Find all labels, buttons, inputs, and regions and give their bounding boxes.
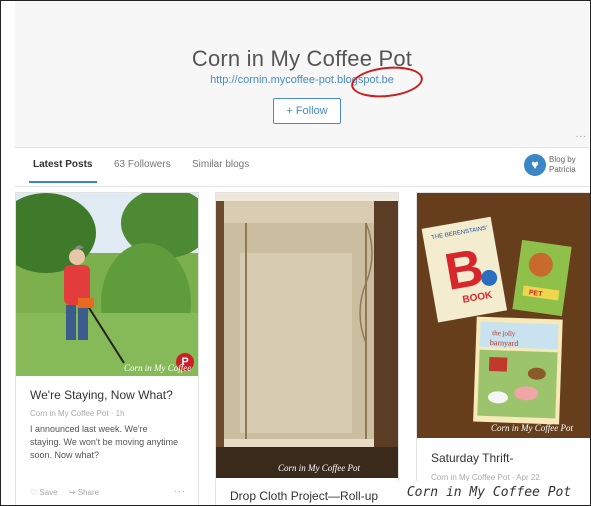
post-title[interactable]: Drop Cloth Project—Roll-up xyxy=(230,489,378,503)
more-icon[interactable]: ... xyxy=(576,129,587,140)
post-actions: ♡ Save ↪ Share xyxy=(30,488,99,497)
blog-by-author[interactable]: Blog by Patricia xyxy=(549,155,589,175)
post-card[interactable]: Corn in My Coffee Pot Drop Cloth Project… xyxy=(215,192,399,505)
heart-icon: ♥ xyxy=(524,154,546,176)
tab-followers[interactable]: 63 Followers xyxy=(114,159,171,170)
blog-by-label: Blog by xyxy=(549,155,576,164)
more-icon[interactable]: ··· xyxy=(174,486,186,496)
svg-text:barnyard: barnyard xyxy=(490,338,519,348)
blog-title: Corn in My Coffee Pot xyxy=(191,46,413,71)
post-title[interactable]: We're Staying, Now What? xyxy=(30,388,173,402)
save-button[interactable]: Save xyxy=(39,488,57,497)
blog-author-name: Patricia xyxy=(549,165,576,174)
svg-text:the jolly: the jolly xyxy=(492,329,516,338)
screenshot-frame: Corn in My Coffee Pot http://cornin.myco… xyxy=(0,0,591,506)
image-watermark: Corn in My Coffee Pot xyxy=(491,423,573,433)
active-tab-indicator xyxy=(29,181,97,183)
image-watermark: Corn in My Coffee xyxy=(124,363,192,373)
blog-url-link[interactable]: http://cornin.mycoffee-pot.blogspot.be xyxy=(15,74,589,86)
post-excerpt: I announced last week. We're staying. We… xyxy=(30,424,179,460)
share-button[interactable]: Share xyxy=(78,488,99,497)
tab-similar-blogs[interactable]: Similar blogs xyxy=(192,159,249,170)
tab-bar: Latest Posts 63 Followers Similar blogs … xyxy=(15,147,589,187)
post-meta: Corn in My Coffee Pot · 1h xyxy=(30,409,125,418)
post-image-thrift-books: THE BERENSTAINS' B BOOK PET the jolly ba… xyxy=(417,193,590,438)
follow-button[interactable]: + Follow xyxy=(273,98,341,124)
post-image-drop-cloth xyxy=(216,193,398,478)
share-icon[interactable]: ↪ xyxy=(69,488,76,497)
post-card[interactable]: P Corn in My Coffee We're Staying, Now W… xyxy=(15,192,199,505)
image-watermark: Corn in My Coffee Pot xyxy=(278,463,360,473)
post-image-gardening xyxy=(16,193,198,376)
tab-latest-posts[interactable]: Latest Posts xyxy=(33,159,92,170)
post-title[interactable]: Saturday Thrift- xyxy=(431,451,513,465)
blog-header: Corn in My Coffee Pot http://cornin.myco… xyxy=(15,1,589,147)
blog-watermark: Corn in My Coffee Pot xyxy=(389,481,589,505)
heart-icon[interactable]: ♡ xyxy=(30,488,37,497)
post-card[interactable]: THE BERENSTAINS' B BOOK PET the jolly ba… xyxy=(416,192,590,505)
